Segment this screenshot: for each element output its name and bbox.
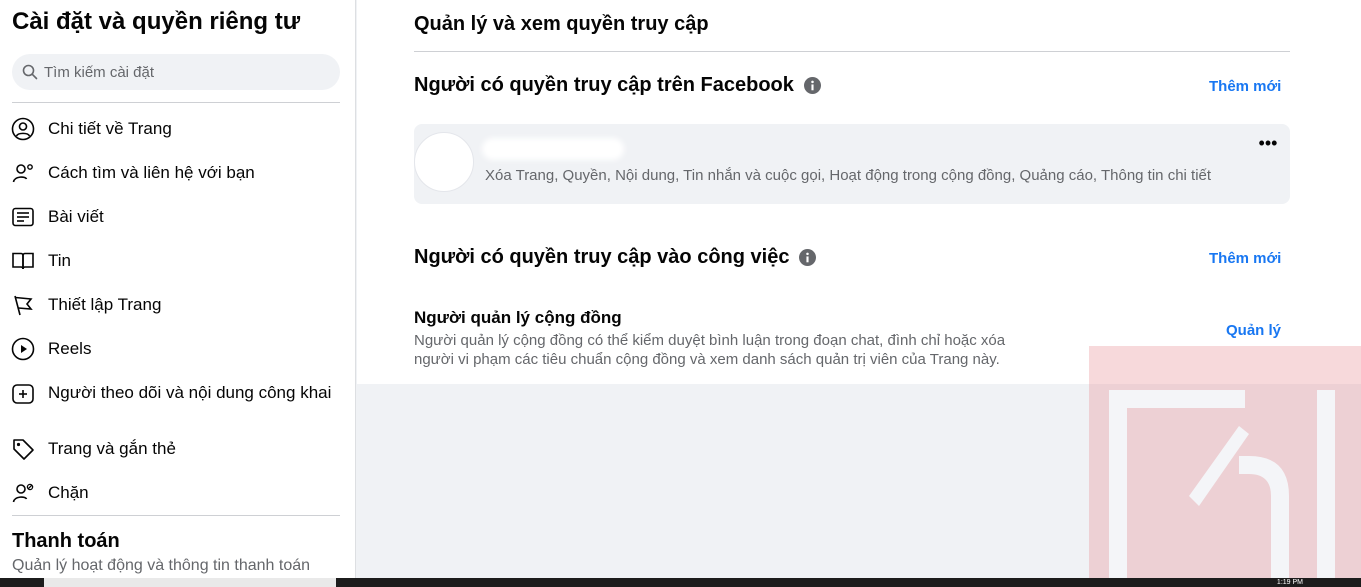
facebook-access-card: Xóa Trang, Quyền, Nội dung, Tin nhắn và … — [414, 124, 1290, 204]
payments-section-title[interactable]: Thanh toán — [12, 530, 120, 553]
user-search-icon — [10, 160, 36, 186]
settings-search-input[interactable] — [44, 63, 324, 81]
posts-icon — [10, 204, 36, 230]
sidebar-item-followers[interactable]: Người theo dõi và nội dung công khai — [10, 380, 350, 406]
blurred-name — [482, 138, 624, 160]
sidebar-item-label: Thiết lập Trang — [48, 295, 162, 314]
book-icon — [10, 248, 36, 274]
sidebar-item-page-setup[interactable]: Thiết lập Trang — [10, 292, 350, 318]
sidebar-item-reels[interactable]: Reels — [10, 336, 350, 362]
flag-icon — [10, 292, 36, 318]
reels-icon — [10, 336, 36, 362]
sidebar-title: Cài đặt và quyền riêng tư — [12, 8, 301, 35]
sidebar-divider — [12, 515, 340, 516]
manage-link[interactable]: Quản lý — [1226, 322, 1281, 339]
task-access-heading: Người có quyền truy cập vào công việc — [414, 246, 817, 269]
sidebar-item-label: Reels — [48, 339, 92, 358]
sidebar-item-label: Cách tìm và liên hệ với bạn — [48, 163, 255, 182]
sidebar-item-page-details[interactable]: Chi tiết về Trang — [10, 116, 350, 142]
access-panel: Quản lý và xem quyền truy cập Người có q… — [357, 0, 1361, 384]
settings-sidebar: Cài đặt và quyền riêng tư Chi tiết về Tr… — [0, 0, 356, 578]
more-options-button[interactable]: ••• — [1256, 134, 1280, 156]
title-divider — [414, 51, 1290, 52]
sidebar-item-label: Trang và gắn thẻ — [48, 439, 176, 458]
sidebar-item-blocking[interactable]: Chặn — [10, 480, 350, 506]
sidebar-item-label: Bài viết — [48, 207, 104, 226]
payments-section-subtitle: Quản lý hoạt động và thông tin thanh toá… — [12, 557, 311, 574]
info-icon[interactable] — [803, 77, 821, 94]
sidebar-item-stories[interactable]: Tin — [10, 248, 350, 274]
sidebar-item-label: Tin — [48, 251, 71, 270]
add-task-access-link[interactable]: Thêm mới — [1209, 250, 1281, 267]
info-icon[interactable] — [799, 249, 817, 266]
search-icon — [22, 64, 38, 80]
add-facebook-access-link[interactable]: Thêm mới — [1209, 78, 1281, 95]
sidebar-item-label: Chi tiết về Trang — [48, 119, 172, 138]
tag-icon — [10, 436, 36, 462]
task-access-heading-text: Người có quyền truy cập vào công việc — [414, 246, 790, 268]
community-manager-description: Người quản lý cộng đồng có thể kiểm duyệ… — [414, 332, 1006, 368]
taskbar-search[interactable] — [44, 578, 336, 587]
settings-search-box[interactable] — [12, 54, 340, 90]
user-circle-icon — [10, 116, 36, 142]
page-title: Quản lý và xem quyền truy cập — [414, 13, 709, 35]
sidebar-item-posts[interactable]: Bài viết — [10, 204, 350, 230]
facebook-access-heading-text: Người có quyền truy cập trên Facebook — [414, 74, 794, 96]
avatar[interactable] — [414, 132, 474, 192]
sidebar-item-label: Chặn — [48, 483, 89, 502]
taskbar-clock: 1:19 PM — [1276, 579, 1303, 586]
sidebar-divider — [12, 102, 340, 103]
add-box-icon — [10, 380, 36, 406]
community-manager-title: Người quản lý cộng đồng — [414, 308, 622, 327]
sidebar-item-tagging[interactable]: Trang và gắn thẻ — [10, 436, 350, 462]
block-user-icon — [10, 480, 36, 506]
watermark-logo — [1089, 346, 1361, 578]
facebook-access-heading: Người có quyền truy cập trên Facebook — [414, 74, 821, 97]
sidebar-item-find-contact[interactable]: Cách tìm và liên hệ với bạn — [10, 160, 350, 186]
permissions-text: Xóa Trang, Quyền, Nội dung, Tin nhắn và … — [485, 167, 1212, 184]
sidebar-item-label: Người theo dõi và nội dung công khai — [48, 383, 332, 402]
